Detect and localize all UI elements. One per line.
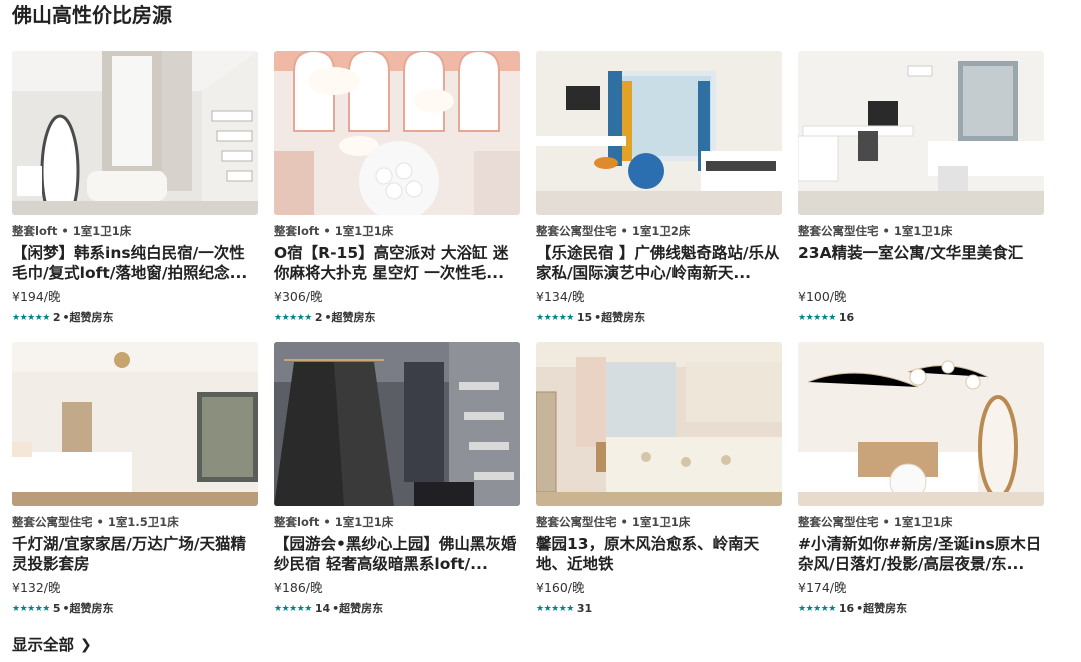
listing-rating: ★★★★★ 31 <box>536 602 782 616</box>
review-count: 2 <box>314 311 323 324</box>
star-rating-icon: ★★★★★ <box>12 604 50 614</box>
listing-price: ¥160/晚 <box>536 580 585 595</box>
superhost-badge: •超赞房东 <box>594 311 646 324</box>
listing-card-4[interactable]: 整套公寓型住宅 • 1室1卫1床 23A精装一室公寓/文华里美食汇 ¥100/晚… <box>798 51 1044 325</box>
review-count: 16 <box>838 602 855 615</box>
show-all-link[interactable]: 显示全部 ❯ <box>12 634 92 656</box>
listing-photo[interactable] <box>274 51 520 215</box>
review-count: 5 <box>52 602 61 615</box>
listing-photo[interactable] <box>274 342 520 506</box>
listing-title[interactable]: #小清新如你#新房/圣诞ins原木日杂风/日落灯/投影/高层夜景/东... <box>798 534 1044 574</box>
superhost-badge: •超赞房东 <box>332 602 384 615</box>
listing-meta: 整套loft • 1室1卫1床 <box>12 224 132 238</box>
star-rating-icon: ★★★★★ <box>798 313 836 323</box>
listing-title[interactable]: O宿【R-15】高空派对 大浴缸 迷你麻将大扑克 星空灯 一次性毛... <box>274 243 520 283</box>
listing-title[interactable]: 【园游会•黑纱心上园】佛山黑灰婚纱民宿 轻奢高级暗黑系loft/... <box>274 534 520 574</box>
listing-rating: ★★★★★ 16 •超赞房东 <box>798 602 1044 616</box>
listing-price: ¥174/晚 <box>798 580 847 595</box>
listing-card-5[interactable]: 整套公寓型住宅 • 1室1.5卫1床 千灯湖/宜家家居/万达广场/天猫精灵投影套… <box>12 342 258 616</box>
star-rating-icon: ★★★★★ <box>274 313 312 323</box>
listing-price: ¥306/晚 <box>274 289 323 304</box>
listing-meta: 整套公寓型住宅 • 1室1卫1床 <box>536 515 691 529</box>
listing-meta: 整套公寓型住宅 • 1室1.5卫1床 <box>12 515 179 529</box>
review-count: 31 <box>576 602 593 615</box>
listing-price: ¥186/晚 <box>274 580 323 595</box>
listing-rating: ★★★★★ 15 •超赞房东 <box>536 311 782 325</box>
listing-card-7[interactable]: 整套公寓型住宅 • 1室1卫1床 馨园13，原木风治愈系、岭南天地、近地铁 ¥1… <box>536 342 782 616</box>
show-all-label: 显示全部 <box>12 636 75 654</box>
review-count: 2 <box>52 311 61 324</box>
listing-meta: 整套loft • 1室1卫1床 <box>274 224 394 238</box>
listing-title[interactable]: 23A精装一室公寓/文华里美食汇 <box>798 243 1044 283</box>
listing-photo[interactable] <box>798 342 1044 506</box>
listing-photo[interactable] <box>798 51 1044 215</box>
listing-meta: 整套公寓型住宅 • 1室1卫2床 <box>536 224 691 238</box>
listing-photo[interactable] <box>12 51 258 215</box>
listing-rating: ★★★★★ 16 <box>798 311 1044 325</box>
listing-card-1[interactable]: 整套loft • 1室1卫1床 【闲梦】韩系ins纯白民宿/一次性毛巾/复式lo… <box>12 51 258 325</box>
listing-rating: ★★★★★ 2 •超赞房东 <box>12 311 258 325</box>
star-rating-icon: ★★★★★ <box>536 313 574 323</box>
listing-rating: ★★★★★ 14 •超赞房东 <box>274 602 520 616</box>
review-count: 15 <box>576 311 593 324</box>
listing-rating: ★★★★★ 2 •超赞房东 <box>274 311 520 325</box>
listing-price: ¥194/晚 <box>12 289 61 304</box>
listing-rating: ★★★★★ 5 •超赞房东 <box>12 602 258 616</box>
listing-card-8[interactable]: 整套公寓型住宅 • 1室1卫1床 #小清新如你#新房/圣诞ins原木日杂风/日落… <box>798 342 1044 616</box>
listing-meta: 整套公寓型住宅 • 1室1卫1床 <box>798 515 953 529</box>
listing-price: ¥100/晚 <box>798 289 847 304</box>
review-count: 16 <box>838 311 855 324</box>
superhost-badge: •超赞房东 <box>324 311 376 324</box>
star-rating-icon: ★★★★★ <box>274 604 312 614</box>
listing-price: ¥134/晚 <box>536 289 585 304</box>
listing-title[interactable]: 【乐途民宿 】广佛线魁奇路站/乐从家私/国际演艺中心/岭南新天... <box>536 243 782 283</box>
listing-meta: 整套loft • 1室1卫1床 <box>274 515 394 529</box>
listing-card-2[interactable]: 整套loft • 1室1卫1床 O宿【R-15】高空派对 大浴缸 迷你麻将大扑克… <box>274 51 520 325</box>
listing-price: ¥132/晚 <box>12 580 61 595</box>
superhost-badge: •超赞房东 <box>62 311 114 324</box>
listing-title[interactable]: 千灯湖/宜家家居/万达广场/天猫精灵投影套房 <box>12 534 258 574</box>
listing-card-6[interactable]: 整套loft • 1室1卫1床 【园游会•黑纱心上园】佛山黑灰婚纱民宿 轻奢高级… <box>274 342 520 616</box>
listing-title[interactable]: 【闲梦】韩系ins纯白民宿/一次性毛巾/复式loft/落地窗/拍照纪念... <box>12 243 258 283</box>
star-rating-icon: ★★★★★ <box>536 604 574 614</box>
listing-title[interactable]: 馨园13，原木风治愈系、岭南天地、近地铁 <box>536 534 782 574</box>
chevron-right-icon: ❯ <box>80 637 92 653</box>
star-rating-icon: ★★★★★ <box>798 604 836 614</box>
listing-photo[interactable] <box>536 51 782 215</box>
review-count: 14 <box>314 602 331 615</box>
star-rating-icon: ★★★★★ <box>12 313 50 323</box>
superhost-badge: •超赞房东 <box>856 602 908 615</box>
listing-meta: 整套公寓型住宅 • 1室1卫1床 <box>798 224 953 238</box>
superhost-badge: •超赞房东 <box>62 602 114 615</box>
listing-photo[interactable] <box>536 342 782 506</box>
listing-photo[interactable] <box>12 342 258 506</box>
listing-card-3[interactable]: 整套公寓型住宅 • 1室1卫2床 【乐途民宿 】广佛线魁奇路站/乐从家私/国际演… <box>536 51 782 325</box>
section-title: 佛山高性价比房源 <box>12 3 172 27</box>
